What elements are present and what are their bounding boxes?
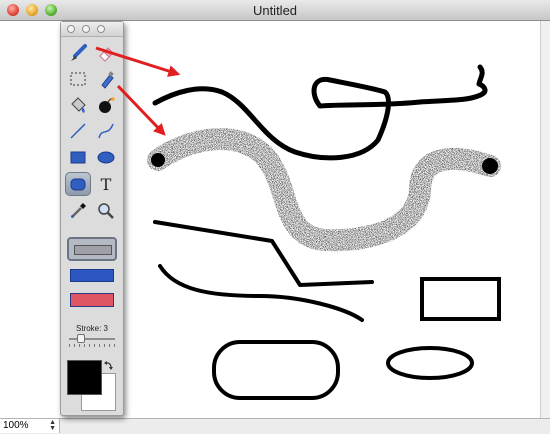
ellipse-icon xyxy=(97,151,115,164)
ellipse-tool[interactable] xyxy=(94,146,118,168)
bomb-tool[interactable] xyxy=(94,94,118,116)
paint-bucket-icon xyxy=(71,97,86,113)
rounded-rect-tool[interactable] xyxy=(65,172,91,196)
drawn-rectangle xyxy=(420,277,501,321)
swap-colors-icon[interactable] xyxy=(102,360,114,372)
line-tool[interactable] xyxy=(66,120,90,142)
select-tool[interactable] xyxy=(66,68,90,90)
rectangle-icon xyxy=(70,151,86,164)
window-title: Untitled xyxy=(252,3,298,18)
tool-palette: T Stroke: 3 xyxy=(60,21,124,416)
zoom-level: 100% xyxy=(3,420,29,431)
brush-icon xyxy=(71,44,87,61)
palette-zoom-icon[interactable] xyxy=(97,25,105,33)
line-icon xyxy=(70,123,86,139)
rectangle-tool[interactable] xyxy=(66,146,90,168)
spray-start-dot xyxy=(151,153,165,167)
rounded-rectangle-icon xyxy=(70,178,86,191)
drawn-ellipse xyxy=(386,346,474,380)
stroke-color-swatch[interactable] xyxy=(67,360,102,395)
vertical-scrollbar[interactable] xyxy=(540,21,550,418)
zoom-stepper-icon[interactable]: ▲ ▼ xyxy=(49,419,56,432)
palette-minimize-icon[interactable] xyxy=(82,25,90,33)
eraser-tool[interactable] xyxy=(94,42,118,64)
brush-tool[interactable] xyxy=(66,42,90,64)
spray-end-dot xyxy=(482,158,498,174)
stroke-slider-knob[interactable] xyxy=(77,334,85,343)
bomb-icon xyxy=(99,97,115,113)
blue-swatch[interactable] xyxy=(70,269,114,282)
spray-stroke xyxy=(147,128,501,252)
eyedropper-tool[interactable] xyxy=(66,200,90,222)
text-icon: T xyxy=(100,174,112,194)
text-tool[interactable]: T xyxy=(94,173,118,195)
zoom-level-field[interactable]: 100% ▲ ▼ xyxy=(0,419,60,433)
stroke-label: Stroke: 3 xyxy=(75,324,108,333)
curve-icon xyxy=(98,123,114,139)
eyedropper-icon xyxy=(71,203,86,218)
zoom-tool[interactable] xyxy=(94,200,118,222)
status-bar: 100% ▲ ▼ xyxy=(0,418,550,434)
spray-can-icon xyxy=(101,71,114,89)
stroke-style-swatch[interactable] xyxy=(67,237,117,261)
stroke-style-preview xyxy=(74,245,112,255)
curve-stroke xyxy=(158,264,364,322)
spray-tool[interactable] xyxy=(94,68,118,90)
stroke-slider[interactable] xyxy=(69,334,115,343)
drawn-rounded-rectangle xyxy=(212,340,340,400)
fill-tool[interactable] xyxy=(66,94,90,116)
curve-tool[interactable] xyxy=(94,120,118,142)
title-bar: Untitled xyxy=(0,0,550,21)
eraser-icon xyxy=(99,47,114,62)
magnifier-icon xyxy=(98,203,114,219)
red-swatch[interactable] xyxy=(70,293,114,307)
palette-titlebar[interactable] xyxy=(61,22,123,37)
marquee-select-icon xyxy=(70,72,86,86)
palette-close-icon[interactable] xyxy=(67,25,75,33)
stroke-slider-ticks xyxy=(69,344,115,347)
